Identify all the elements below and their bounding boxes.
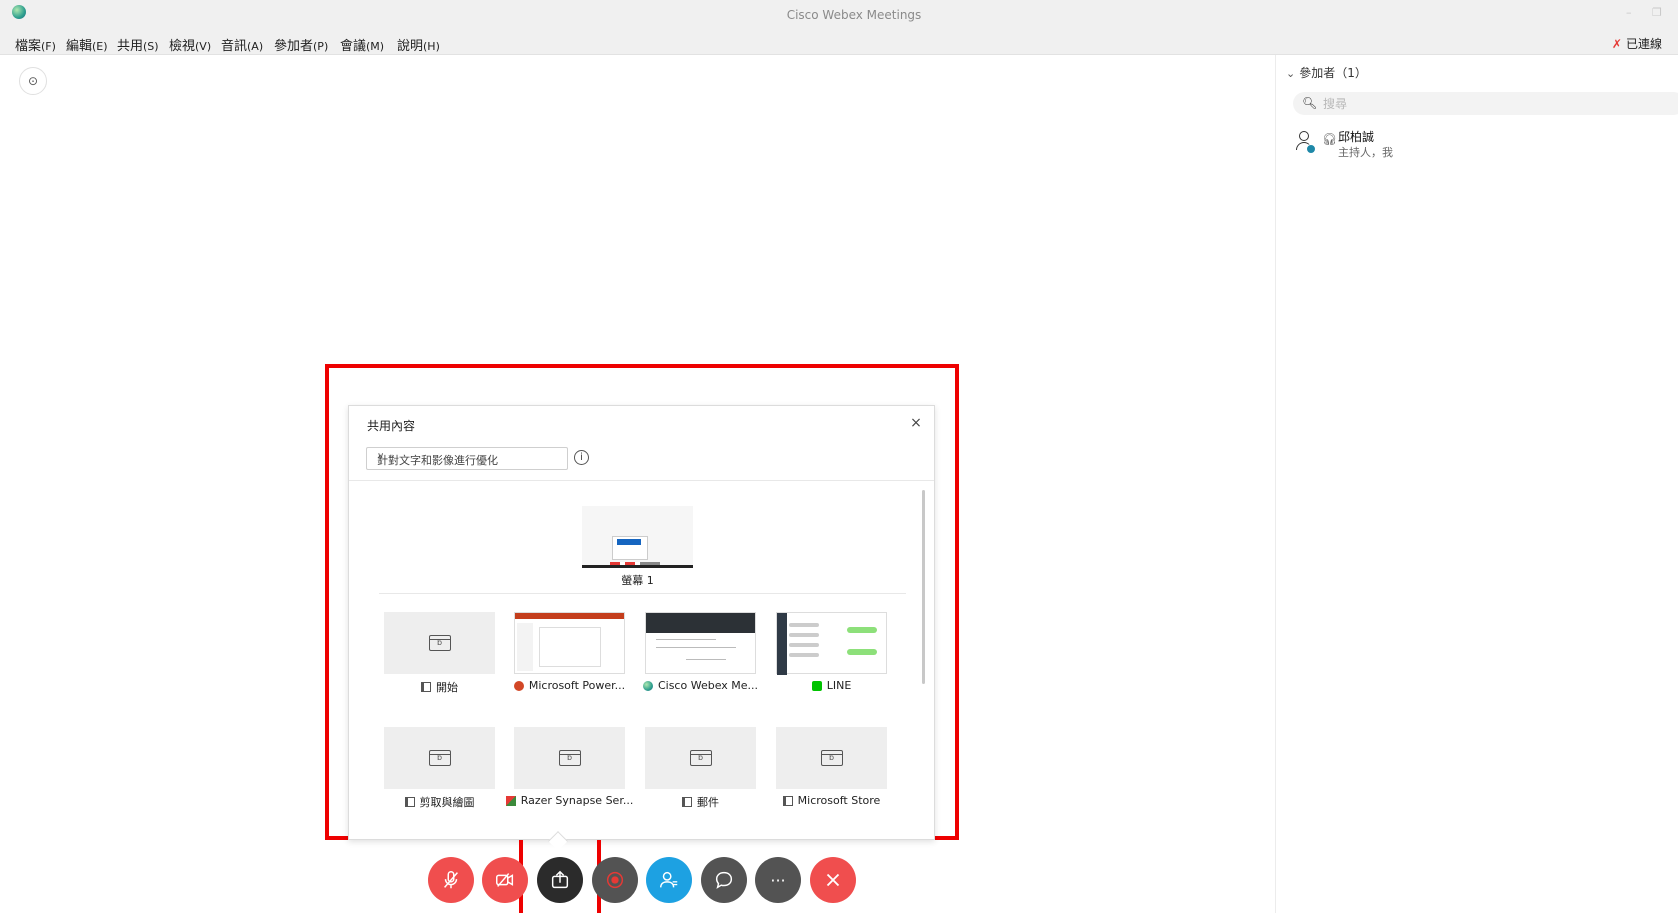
menu-edit[interactable]: 編輯(E) bbox=[66, 35, 108, 54]
menu-help[interactable]: 說明(H) bbox=[397, 35, 440, 54]
divider bbox=[379, 593, 906, 594]
app-webex-label: Cisco Webex Me... bbox=[638, 679, 763, 692]
participant-row[interactable]: 🎧︎ 邱柏誠 主持人，我 bbox=[1293, 125, 1673, 165]
participant-role: 主持人，我 bbox=[1338, 146, 1393, 159]
app-razer-label: Razer Synapse Ser... bbox=[505, 794, 633, 807]
app-mail-thumbnail[interactable] bbox=[645, 727, 756, 789]
record-icon bbox=[606, 871, 624, 889]
menu-view[interactable]: 檢視(V) bbox=[169, 35, 211, 54]
window-icon bbox=[690, 750, 712, 766]
title-bar: Cisco Webex Meetings – ❐ bbox=[0, 0, 1678, 30]
app-snip-label: 剪取與繪圖 bbox=[377, 794, 502, 810]
menu-meeting[interactable]: 會議(M) bbox=[340, 35, 384, 54]
window-icon bbox=[421, 682, 431, 692]
mic-muted-icon bbox=[444, 871, 458, 889]
app-start-thumbnail[interactable] bbox=[384, 612, 495, 674]
window-icon bbox=[404, 797, 415, 807]
app-powerpoint-thumbnail[interactable] bbox=[514, 612, 625, 674]
menu-file[interactable]: 檔案(F) bbox=[15, 35, 56, 54]
participants-button[interactable] bbox=[646, 857, 692, 903]
menu-bar: 檔案(F) 編輯(E) 共用(S) 檢視(V) 音訊(A) 參加者(P) 會議(… bbox=[0, 30, 1678, 55]
avatar bbox=[1293, 129, 1319, 155]
optimize-dropdown[interactable]: 針對文字和影像進行優化 ∨ bbox=[366, 447, 568, 470]
close-button[interactable]: × bbox=[908, 415, 924, 431]
window-icon bbox=[782, 795, 793, 806]
chevron-down-icon: ⌄ bbox=[1286, 67, 1296, 80]
app-webex-thumbnail[interactable] bbox=[645, 612, 756, 674]
scrollbar[interactable] bbox=[922, 490, 925, 684]
window-title: Cisco Webex Meetings bbox=[786, 8, 922, 22]
chevron-down-icon: ∨ bbox=[377, 451, 385, 462]
window-icon bbox=[821, 750, 843, 766]
window-icon bbox=[429, 635, 451, 651]
webex-icon bbox=[642, 680, 653, 691]
more-button[interactable]: ··· bbox=[755, 857, 801, 903]
close-icon bbox=[826, 873, 840, 887]
video-off-icon bbox=[496, 873, 514, 887]
meeting-info-button[interactable]: ⊙ bbox=[19, 67, 47, 95]
window-icon bbox=[559, 750, 581, 766]
end-meeting-button[interactable] bbox=[810, 857, 856, 903]
participants-panel: ⌄參加者（1） 🔍︎ 🎧︎ 邱柏誠 主持人，我 bbox=[1275, 55, 1678, 913]
participant-name: 邱柏誠 bbox=[1338, 130, 1375, 144]
chat-icon bbox=[715, 871, 733, 889]
screen-1-thumbnail[interactable] bbox=[582, 506, 693, 568]
info-icon[interactable]: i bbox=[574, 450, 589, 465]
app-powerpoint-label: Microsoft Power... bbox=[507, 679, 632, 692]
menu-participants[interactable]: 參加者(P) bbox=[274, 35, 328, 54]
participant-search: 🔍︎ bbox=[1293, 92, 1678, 115]
window-icon bbox=[682, 797, 692, 807]
powerpoint-icon bbox=[513, 680, 524, 691]
app-snip-thumbnail[interactable] bbox=[384, 727, 495, 789]
search-icon: 🔍︎ bbox=[1302, 96, 1318, 110]
app-razer-thumbnail[interactable] bbox=[514, 727, 625, 789]
share-button[interactable] bbox=[537, 857, 583, 903]
share-icon bbox=[551, 870, 569, 889]
menu-share[interactable]: 共用(S) bbox=[117, 35, 159, 54]
app-mail-label: 郵件 bbox=[638, 794, 763, 810]
divider bbox=[349, 480, 934, 481]
app-line-label: LINE bbox=[769, 679, 894, 692]
dialog-title: 共用內容 bbox=[367, 419, 416, 433]
chat-button[interactable] bbox=[701, 857, 747, 903]
menu-audio[interactable]: 音訊(A) bbox=[221, 35, 263, 54]
razer-icon bbox=[505, 795, 516, 806]
minimize-button[interactable]: – bbox=[1626, 6, 1632, 19]
screen-1-label: 螢幕 1 bbox=[621, 574, 654, 587]
app-store-label: Microsoft Store bbox=[769, 794, 894, 807]
mute-button[interactable] bbox=[428, 857, 474, 903]
participants-icon bbox=[660, 871, 678, 888]
share-content-dialog: 共用內容 × 針對文字和影像進行優化 ∨ i 螢幕 1 開始 Microsoft… bbox=[348, 405, 935, 840]
app-store-thumbnail[interactable] bbox=[776, 727, 887, 789]
mic-muted-icon: ✗ bbox=[1611, 37, 1622, 51]
app-line-thumbnail[interactable] bbox=[776, 612, 887, 675]
restore-button[interactable]: ❐ bbox=[1652, 6, 1662, 19]
search-input[interactable] bbox=[1321, 95, 1661, 112]
more-icon: ··· bbox=[770, 870, 786, 890]
video-button[interactable] bbox=[482, 857, 528, 903]
app-start-label: 開始 bbox=[377, 679, 502, 695]
headset-icon: 🎧︎ bbox=[1322, 132, 1338, 146]
connection-status[interactable]: ✗ 已連線 bbox=[1612, 35, 1662, 52]
line-icon bbox=[811, 680, 822, 691]
record-button[interactable] bbox=[592, 857, 638, 903]
window-icon bbox=[429, 750, 451, 766]
participants-header[interactable]: ⌄ 參加者（1） bbox=[1286, 64, 1367, 81]
